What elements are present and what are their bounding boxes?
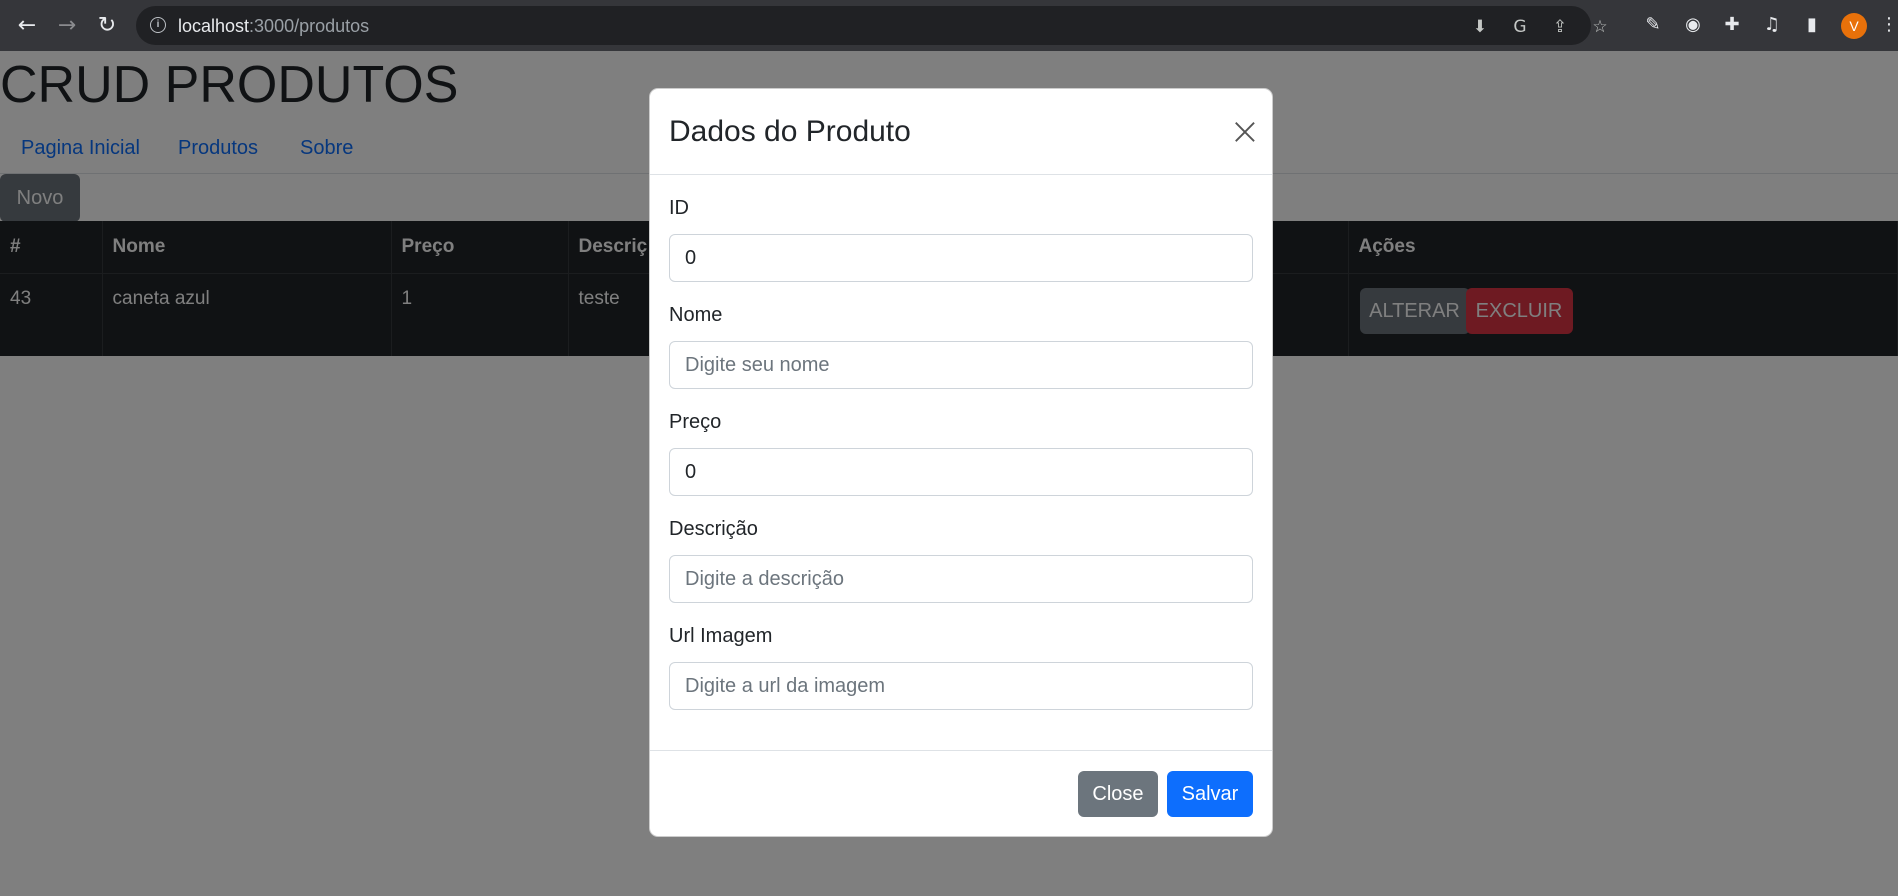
menu-icon[interactable]: ⋮ [1880,13,1898,37]
modal-footer-divider [650,750,1272,751]
url-text[interactable]: localhost:3000/produtos [178,16,369,37]
puzzle-icon[interactable]: ✚ [1720,13,1744,37]
avatar[interactable]: V [1841,13,1867,39]
modal-title: Dados do Produto [669,115,911,148]
translate-icon[interactable]: G [1510,17,1530,37]
image-url-field[interactable] [669,662,1253,710]
url-path: :3000/produtos [249,16,370,36]
modal-header: Dados do Produto × [650,89,1272,175]
share-icon[interactable]: ⇪ [1550,17,1570,37]
description-label: Descrição [669,518,758,540]
back-icon[interactable]: ← [14,13,40,39]
id-field[interactable] [669,234,1253,282]
forward-icon[interactable]: → [54,13,80,39]
close-button[interactable]: Close [1078,771,1158,817]
price-field[interactable] [669,448,1253,496]
description-field[interactable] [669,555,1253,603]
save-button[interactable]: Salvar [1167,771,1253,817]
reload-icon[interactable]: ↻ [94,13,120,39]
id-label: ID [669,197,689,219]
image-url-label: Url Imagem [669,625,773,647]
url-host: localhost [178,16,250,36]
address-bar[interactable]: i localhost:3000/produtos ⬇ G ⇪ ☆ [136,6,1608,45]
name-field[interactable] [669,341,1253,389]
name-label: Nome [669,304,723,326]
extension-circle-icon[interactable]: ◉ [1681,13,1705,37]
media-icon[interactable]: ♫ [1760,13,1784,37]
eyedropper-icon[interactable]: ✎ [1641,13,1665,37]
info-icon[interactable]: i [150,17,166,33]
sidepanel-icon[interactable]: ▮ [1800,13,1824,37]
install-icon[interactable]: ⬇ [1470,17,1490,37]
star-icon[interactable]: ☆ [1590,17,1610,37]
product-modal: Dados do Produto × ID Nome Preço Descriç… [649,88,1273,837]
browser-toolbar: ← → ↻ i localhost:3000/produtos ⬇ G ⇪ ☆ … [0,0,1898,51]
price-label: Preço [669,411,722,433]
close-icon[interactable]: × [1229,112,1261,150]
